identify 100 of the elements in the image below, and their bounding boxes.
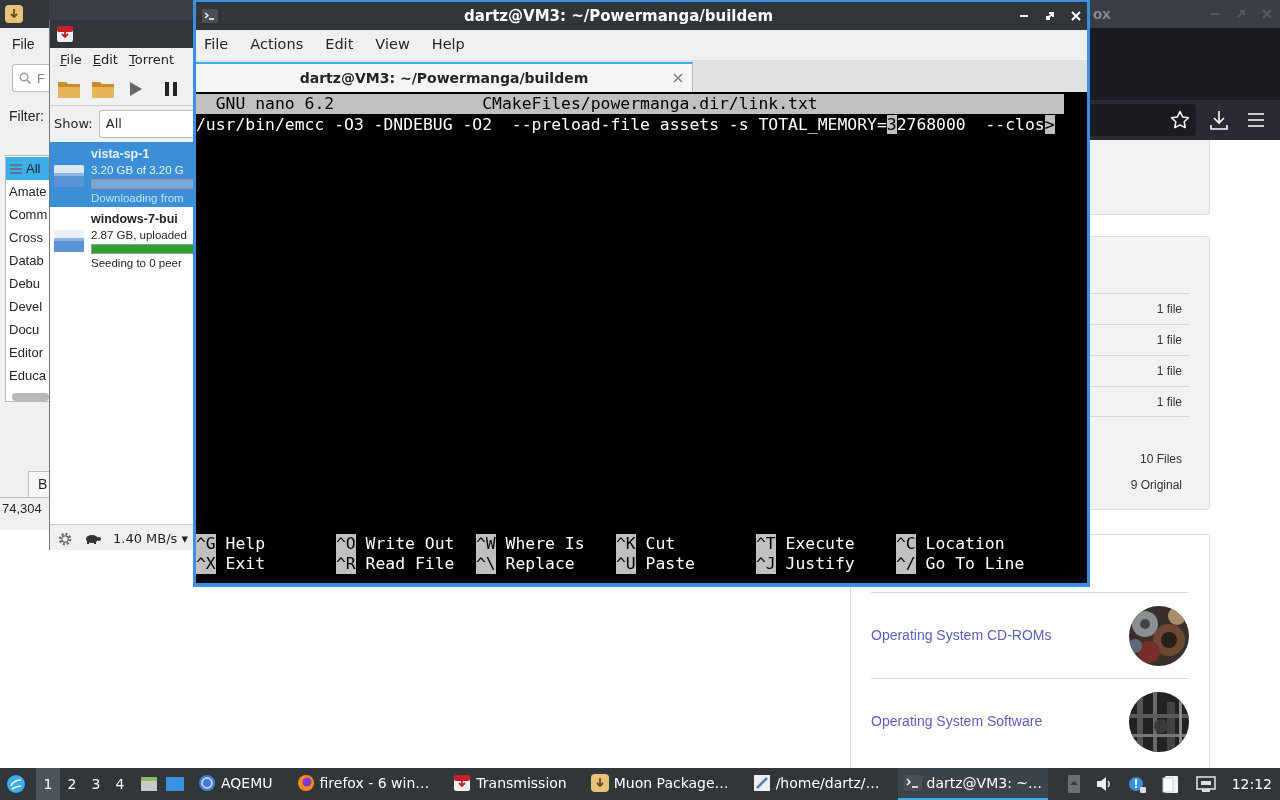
search-icon — [19, 72, 31, 84]
speed-limit[interactable]: 1.40 MB/s ▾ — [113, 528, 189, 549]
app-icon[interactable] — [56, 25, 74, 43]
category-item[interactable]: All — [6, 157, 49, 180]
terminal-icon — [903, 774, 922, 792]
category-item[interactable]: Docu — [6, 318, 49, 341]
code-text: 2768000 --clos — [896, 115, 1045, 134]
menu-item[interactable]: File — [12, 33, 35, 55]
menu-item[interactable]: Edit — [325, 34, 354, 56]
shortcut-key: ^K — [616, 534, 636, 554]
tab[interactable]: B — [28, 471, 49, 497]
menu-item[interactable]: Actions — [250, 34, 304, 56]
torrent-size: 2.87 GB, uploaded — [91, 228, 188, 243]
category-item[interactable]: Educa — [6, 364, 49, 387]
workspace-button[interactable]: 1 — [36, 768, 60, 800]
category-item[interactable]: Comm — [6, 203, 49, 226]
filter-dropdown[interactable]: All — [98, 110, 193, 138]
menu-item[interactable]: View — [375, 34, 410, 56]
category-link[interactable]: Operating System Software — [871, 711, 1043, 732]
window-title: ox — [1093, 3, 1111, 24]
file-count: 1 file — [1156, 332, 1182, 349]
category-item[interactable]: Debu — [6, 272, 49, 295]
menu-item[interactable]: Edit — [92, 50, 118, 70]
show-label: Show: — [54, 115, 93, 134]
shortcut-label: Location — [925, 534, 1005, 554]
total-count: 10 Files — [1139, 452, 1182, 466]
taskbar-task[interactable]: Transmission — [447, 768, 573, 800]
shortcut-label: Justify — [785, 554, 855, 574]
download-icon[interactable] — [1210, 110, 1228, 130]
start-icon[interactable] — [6, 774, 26, 794]
shortcut-label: Go To Line — [925, 554, 1025, 574]
torrent-size: 3.20 GB of 3.20 G — [91, 163, 185, 178]
file-name: CMakeFiles/powermanga.dir/link.txt — [482, 94, 818, 114]
app-icon[interactable] — [5, 5, 23, 23]
workspace-button[interactable]: 4 — [108, 768, 132, 800]
star-icon[interactable] — [1170, 110, 1190, 130]
list-icon — [10, 163, 22, 174]
menu-item[interactable]: File — [60, 50, 82, 70]
turtle-icon[interactable] — [85, 533, 101, 544]
globe-icon — [198, 774, 216, 792]
shortcut-label: Paste — [645, 554, 695, 574]
info-icon[interactable] — [1127, 775, 1146, 793]
taskbar-task[interactable]: /home/dartz/… — [746, 768, 886, 800]
nano-version: GNU nano 6.2 — [215, 94, 335, 114]
taskbar-task[interactable]: AQEMU — [192, 768, 279, 800]
pause-icon[interactable] — [165, 81, 177, 96]
menu-icon[interactable] — [1248, 113, 1264, 127]
clock[interactable]: 12:12 — [1231, 773, 1272, 795]
package-icon — [590, 774, 609, 792]
terminal-tab[interactable]: dartz@VM3: ~/Powermanga/buildem — [196, 62, 693, 92]
shortcut-label: Write Out — [365, 534, 455, 554]
volume-icon[interactable] — [1095, 776, 1112, 792]
menu-item[interactable]: Torrent — [128, 50, 175, 70]
file-count: 1 file — [1156, 301, 1182, 318]
play-icon[interactable] — [129, 80, 143, 97]
shortcut-key: ^\ — [476, 554, 496, 574]
document-icon — [752, 774, 771, 792]
overflow-mark: > — [1044, 115, 1055, 134]
gear-icon[interactable] — [57, 530, 73, 547]
torrent-icon — [453, 774, 472, 792]
category-item[interactable]: Editor — [6, 341, 49, 364]
taskbar-task[interactable]: Muon Package… — [584, 768, 735, 800]
workspace-button[interactable]: 2 — [60, 768, 84, 800]
category-item[interactable]: Devel — [6, 295, 49, 318]
file-manager-icon[interactable] — [140, 775, 158, 793]
window-title: dartz@VM3: ~/Powermanga/buildem — [463, 6, 774, 25]
shortcut-label: Exit — [225, 554, 266, 574]
search-field[interactable]: F — [12, 64, 49, 92]
shortcut-label: Execute — [785, 534, 855, 554]
category-item[interactable]: Amate — [6, 180, 49, 203]
taskbar-task[interactable]: dartz@VM3: ~… — [897, 768, 1049, 800]
file-count: 1 file — [1156, 363, 1182, 380]
menu-item[interactable]: Help — [431, 34, 465, 56]
total-count: 9 Original — [1130, 478, 1182, 492]
taskbar-task[interactable]: firefox - 6 win… — [290, 768, 436, 800]
menu-item[interactable]: File — [204, 34, 229, 56]
shortcut-label: Read File — [365, 554, 455, 574]
file-count: 1 file — [1156, 393, 1182, 411]
category-link[interactable]: Operating System CD-ROMs — [871, 625, 1052, 646]
window-icon[interactable] — [166, 776, 184, 792]
terminal-icon[interactable] — [202, 9, 218, 23]
filter-label: Filter: — [9, 107, 45, 126]
scrollbar[interactable] — [12, 393, 49, 401]
shortcut-key: ^O — [336, 534, 356, 554]
workspace-button[interactable]: 3 — [84, 768, 108, 800]
shortcut-label: Replace — [505, 554, 575, 574]
category-item[interactable]: Cross — [6, 226, 49, 249]
shortcut-key: ^G — [196, 534, 216, 554]
torrent-status: Downloading from — [91, 191, 185, 206]
torrent-name: windows-7-bui — [91, 211, 179, 227]
shortcut-label: Help — [225, 534, 266, 554]
browser-icon — [296, 774, 315, 792]
shortcut-key: ^J — [756, 554, 776, 574]
torrent-row[interactable]: windows-7-bui 2.87 GB, uploaded Seeding to 0 peer — [50, 207, 193, 272]
shortcut-key: ^U — [616, 554, 636, 574]
category-item[interactable]: Datab — [6, 249, 49, 272]
torrent-status: Seeding to 0 peer — [91, 256, 183, 271]
shortcut-key: ^X — [196, 554, 216, 574]
shortcut-label: Where Is — [505, 534, 585, 554]
network-icon[interactable] — [1195, 776, 1216, 792]
